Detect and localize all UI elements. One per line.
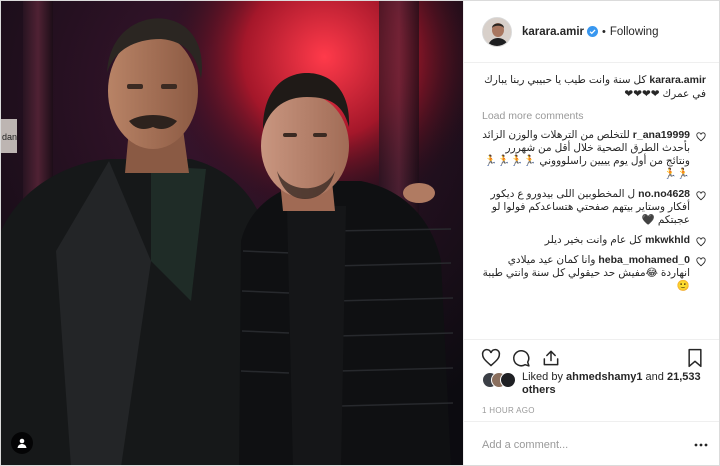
more-options-icon [694,443,708,446]
heart-icon[interactable] [696,257,706,267]
heart-icon[interactable] [696,132,706,142]
following-button[interactable]: Following [610,26,659,38]
likes-summary: Liked by ahmedshamy1 and 21,533 others [482,371,712,397]
share-button[interactable] [540,347,562,369]
comment-text: كل عام وانت بخير ديلر [544,234,643,246]
comments-list: karara.amir كل سنة وانت طيب يا حبيبي ربن… [464,63,719,339]
user-tag-icon[interactable] [11,432,33,454]
more-options-button[interactable] [694,438,708,452]
caption-author[interactable]: karara.amir [649,74,706,86]
post-actions-bar [464,339,719,375]
comment-item: no.no4628 ل المخطوبين اللى بيدورو ع ديكو… [482,188,706,227]
comment-author[interactable]: heba_mohamed_0 [598,254,690,266]
likes-prefix: Liked by [522,371,563,383]
comment-input[interactable] [482,438,694,451]
post-caption: karara.amir كل سنة وانت طيب يا حبيبي ربن… [482,73,706,101]
post-author-username[interactable]: karara.amir [522,26,584,38]
header-separator: • [602,25,606,38]
avatar[interactable] [500,372,516,388]
photo-illustration: dan [1,1,463,465]
photo-sign-text: dan [2,132,17,142]
share-icon [543,350,559,366]
comment-button[interactable] [510,347,532,369]
post-timestamp[interactable]: 1 HOUR AGO [482,406,535,415]
post-side-panel: karara.amir • Following karara.amir كل س… [463,1,719,465]
comment-item: r_ana19999 للتخلص من الترهلات والوزن الز… [482,129,706,181]
post-photo[interactable]: dan [1,1,463,465]
comment-author[interactable]: r_ana19999 [633,129,690,141]
avatar[interactable] [482,16,512,47]
post-header: karara.amir • Following [464,1,719,63]
load-more-comments-button[interactable]: Load more comments [482,110,706,122]
add-comment-bar [464,421,719,465]
bookmark-icon [688,348,702,368]
comment-author[interactable]: mkwkhld [645,234,690,246]
liker-avatars [482,372,518,388]
heart-icon[interactable] [696,237,706,247]
comment-icon [513,350,530,367]
comment-item: mkwkhld كل عام وانت بخير ديلر [482,234,706,247]
instagram-post-embed: dan karara.amir • Following karara.amir … [0,0,720,466]
comment-author[interactable]: no.no4628 [638,188,690,200]
like-button[interactable] [480,347,502,369]
heart-icon [481,348,501,367]
likes-connector: and [645,371,664,383]
liker-username[interactable]: ahmedshamy1 [566,371,642,383]
save-button[interactable] [684,347,706,369]
verified-badge-icon [587,26,599,37]
comment-item: heba_mohamed_0 وانا كمان عيد ميلادي انها… [482,254,706,293]
likes-text: Liked by ahmedshamy1 and 21,533 others [522,371,712,397]
heart-icon[interactable] [696,191,706,201]
